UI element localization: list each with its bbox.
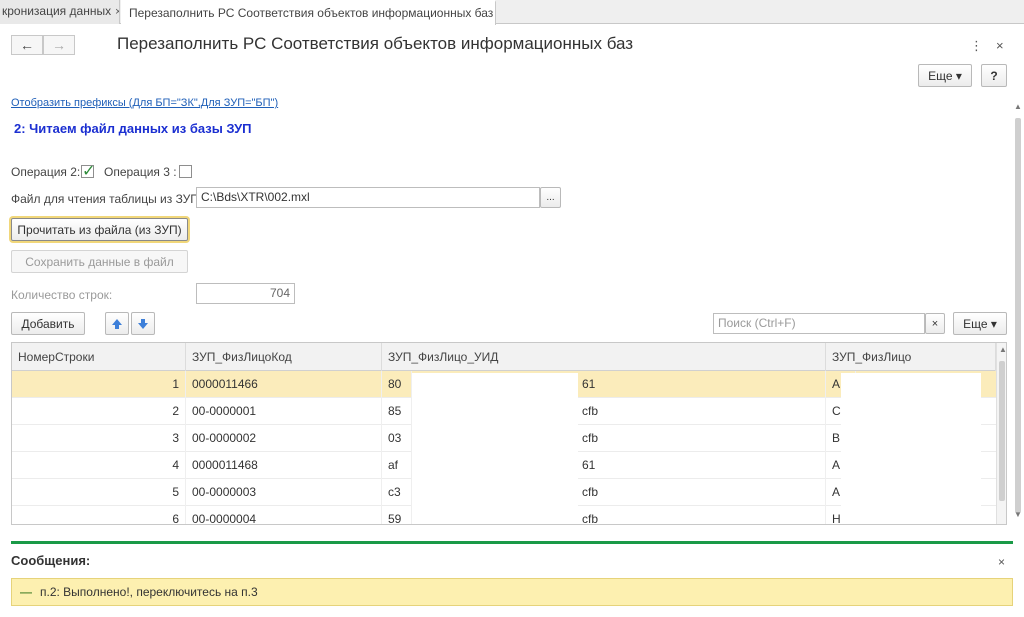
phys-uid: c3: [382, 479, 412, 506]
phys-code: 0000011466: [186, 371, 382, 398]
file-label: Файл для чтения таблицы из ЗУП:: [11, 192, 203, 206]
section-title: 2: Читаем файл данных из базы ЗУП: [14, 121, 252, 136]
column-header[interactable]: НомерСтроки: [12, 343, 186, 371]
window-close-icon[interactable]: ×: [996, 38, 1004, 53]
arrow-right-icon: →: [52, 37, 66, 53]
move-down-button[interactable]: [131, 312, 155, 335]
arrow-left-icon: ←: [20, 37, 34, 53]
arrow-down-icon: [138, 318, 148, 329]
page-scrollbar[interactable]: ▲ ▼: [1013, 100, 1023, 520]
file-path-input[interactable]: C:\Bds\XTR\002.mxl: [196, 187, 540, 208]
add-button[interactable]: Добавить: [11, 312, 85, 335]
phys-uid-tail: cfb: [576, 479, 826, 506]
save-file-button[interactable]: Сохранить данные в файл: [11, 250, 188, 273]
checkmark-icon: ✓: [82, 163, 96, 180]
row-number: 4: [12, 452, 186, 479]
phys-uid-tail: 61: [576, 371, 826, 398]
phys-code: 00-0000002: [186, 425, 382, 452]
arrow-up-icon: [112, 318, 122, 329]
redaction-block: [412, 373, 578, 524]
column-header[interactable]: ЗУП_ФизЛицо_УИД: [382, 343, 826, 371]
tab-label: кронизация данных: [2, 4, 112, 18]
op2-checkbox[interactable]: ✓: [81, 163, 95, 180]
move-up-button[interactable]: [105, 312, 129, 335]
row-number: 2: [12, 398, 186, 425]
search-clear-button[interactable]: ×: [925, 313, 945, 334]
file-select-button[interactable]: ...: [540, 187, 561, 208]
table-header: НомерСтроки ЗУП_ФизЛицоКод ЗУП_ФизЛицо_У…: [12, 343, 996, 371]
tab-label: Перезаполнить РС Соответствия объектов и…: [129, 6, 494, 20]
forward-button[interactable]: →: [43, 35, 75, 55]
phys-uid: 85: [382, 398, 412, 425]
op3-label: Операция 3 :: [104, 165, 177, 179]
phys-uid: 03: [382, 425, 412, 452]
row-number: 1: [12, 371, 186, 398]
phys-code: 00-0000004: [186, 506, 382, 524]
close-icon[interactable]: ×: [115, 6, 119, 18]
more-button[interactable]: Еще ▾: [918, 64, 972, 87]
phys-uid-tail: cfb: [576, 506, 826, 524]
phys-code: 00-0000003: [186, 479, 382, 506]
row-number: 5: [12, 479, 186, 506]
scroll-thumb[interactable]: [1015, 118, 1021, 513]
messages-close-icon[interactable]: ×: [998, 555, 1005, 569]
op2-label: Операция 2:: [11, 165, 81, 179]
back-button[interactable]: ←: [11, 35, 43, 55]
message-item[interactable]: — п.2: Выполнено!, переключитесь на п.3: [11, 578, 1013, 606]
tab-sync-data[interactable]: кронизация данных×: [0, 0, 120, 24]
table-scrollbar[interactable]: ▲: [996, 343, 1006, 524]
column-header[interactable]: ЗУП_ФизЛицоКод: [186, 343, 382, 371]
scroll-thumb[interactable]: [999, 361, 1005, 501]
scroll-up-icon[interactable]: ▲: [999, 345, 1006, 354]
row-number: 3: [12, 425, 186, 452]
message-marker-icon: —: [20, 585, 32, 599]
phys-uid: 59: [382, 506, 412, 524]
messages-divider: [11, 541, 1013, 544]
tab-refill-register[interactable]: Перезаполнить РС Соответствия объектов и…: [121, 0, 496, 25]
phys-uid: 80: [382, 371, 412, 398]
tab-bar: кронизация данных× Перезаполнить РС Соот…: [0, 0, 1024, 25]
table-more-button[interactable]: Еще ▾: [953, 312, 1007, 335]
help-button[interactable]: ?: [981, 64, 1007, 87]
phys-uid: af: [382, 452, 412, 479]
phys-uid-tail: 61: [576, 452, 826, 479]
scroll-down-icon[interactable]: ▼: [1014, 510, 1022, 519]
phys-code: 00-0000001: [186, 398, 382, 425]
data-table: НомерСтроки ЗУП_ФизЛицоКод ЗУП_ФизЛицо_У…: [11, 342, 1007, 525]
phys-uid-tail: cfb: [576, 425, 826, 452]
rows-count-label: Количество строк:: [11, 288, 113, 302]
phys-code: 0000011468: [186, 452, 382, 479]
rows-count-field: 704: [196, 283, 295, 304]
scroll-up-icon[interactable]: ▲: [1014, 102, 1022, 111]
op3-checkbox[interactable]: [179, 165, 192, 178]
column-header[interactable]: ЗУП_ФизЛицо: [826, 343, 996, 371]
search-input[interactable]: Поиск (Ctrl+F): [713, 313, 925, 334]
message-text: п.2: Выполнено!, переключитесь на п.3: [40, 585, 258, 599]
messages-title: Сообщения:: [11, 553, 91, 568]
window-title: Перезаполнить РС Соответствия объектов и…: [117, 34, 634, 53]
read-file-button[interactable]: Прочитать из файла (из ЗУП): [11, 218, 188, 241]
redaction-block: [841, 373, 981, 524]
more-menu-icon[interactable]: ⋮: [970, 38, 983, 54]
row-number: 6: [12, 506, 186, 524]
phys-uid-tail: cfb: [576, 398, 826, 425]
prefix-link[interactable]: Отобразить префиксы (Для БП="ЗК",Для ЗУП…: [11, 97, 278, 109]
